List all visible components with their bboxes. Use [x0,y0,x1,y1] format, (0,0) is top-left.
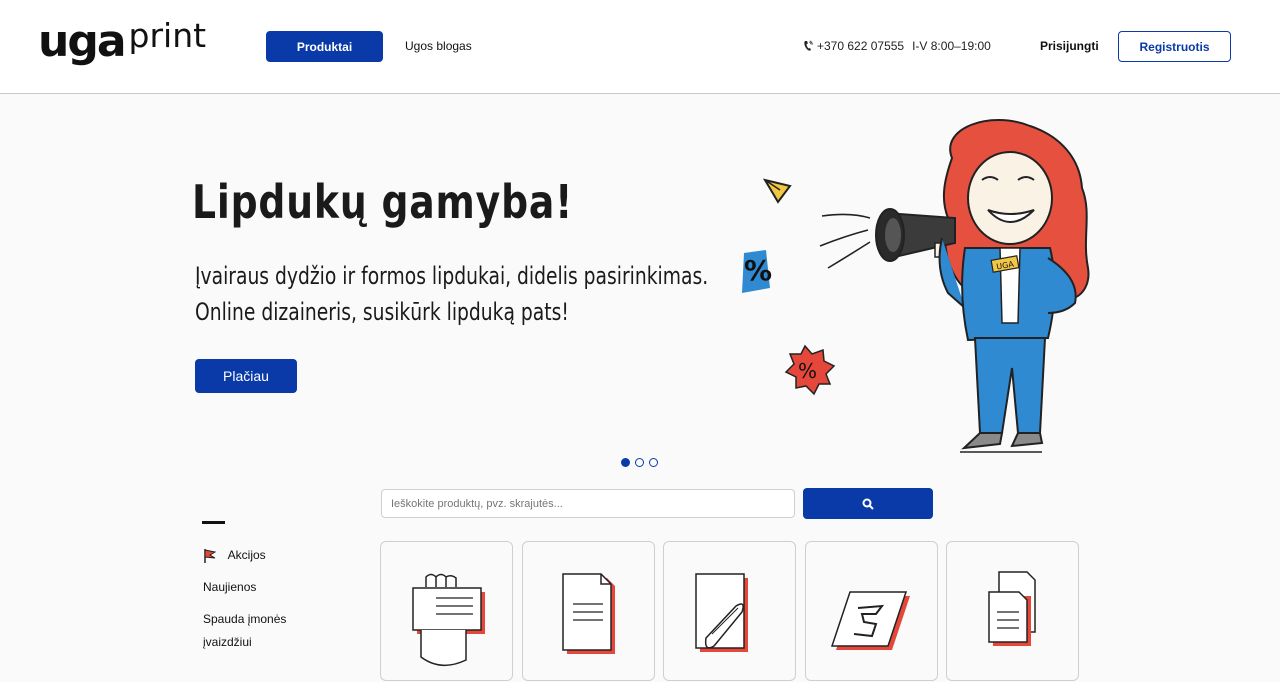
logo-sub-text: print [128,16,207,55]
nav-products-button[interactable]: Produktai [266,31,383,62]
percent-text-2: % [798,359,817,383]
hero-more-button[interactable]: Plačiau [195,359,297,393]
product-card-2[interactable] [522,541,655,681]
site-header: uga print Produktai Ugos blogas +370 622… [0,0,1280,94]
sticker-icon [830,591,910,650]
search-input[interactable] [381,489,795,518]
phone-number: +370 622 07555 [817,39,905,53]
document-icon [562,573,615,654]
multi-page-icon [988,571,1036,646]
hero-illustration: % % UGA [742,119,1090,453]
hero-title: Lipdukų gamyba! [192,175,574,229]
sidebar-item-spauda-cont[interactable]: įvaizdžiui [203,631,252,653]
hero-subtitle-line-1: Įvairaus dydžio ir formos lipdukai, dide… [195,262,709,290]
sidebar-item-naujienos[interactable]: Naujienos [203,576,256,598]
sidebar-accent-line [202,521,225,524]
product-card-1[interactable] [380,541,513,681]
search-button[interactable] [803,488,933,519]
product-card-4[interactable] [805,541,938,681]
sidebar-item-akcijos[interactable]: Akcijos [203,544,266,566]
flag-icon [204,548,217,563]
logo[interactable]: uga print [38,16,206,72]
paper-roll-icon [695,573,748,652]
logo-main-text: uga [38,16,127,67]
sidebar-item-label: Akcijos [227,548,266,562]
register-button[interactable]: Registruotis [1118,31,1231,62]
slider-dot-3[interactable] [649,458,658,467]
hand-card-icon [412,573,485,666]
hero-subtitle-line-2: Online dizaineris, susikūrk lipduką pats… [195,298,569,326]
sidebar-item-spauda[interactable]: Spauda įmonės [203,608,286,630]
percent-text: % [744,254,772,287]
slider-dots [621,458,658,467]
phone-icon [804,40,813,51]
discount-badge-icon: % [784,344,836,396]
nav-blog-link[interactable]: Ugos blogas [405,39,472,53]
sound-lines [819,213,871,269]
slider-dot-2[interactable] [635,458,644,467]
product-card-5[interactable] [946,541,1079,681]
contact-phone[interactable]: +370 622 07555 I-V 8:00–19:00 [803,39,991,53]
working-hours: I-V 8:00–19:00 [912,39,991,53]
paper-plane-icon [762,178,792,204]
login-link[interactable]: Prisijungti [1040,39,1099,53]
percent-tag-icon: % [742,250,772,293]
search-icon [862,498,874,510]
hero-subtitle: Įvairaus dydžio ir formos lipdukai, dide… [195,258,708,330]
product-card-3[interactable] [663,541,796,681]
slider-dot-1[interactable] [621,458,630,467]
